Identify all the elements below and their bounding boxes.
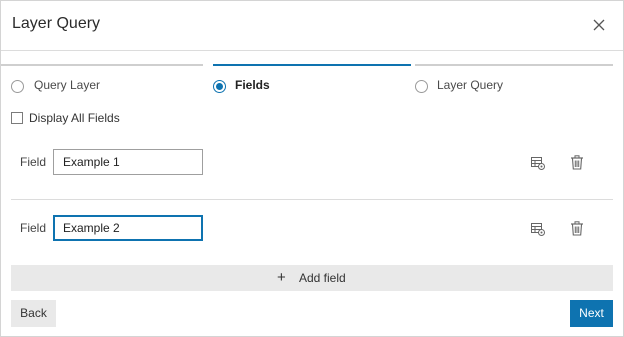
table-settings-icon[interactable] [531, 156, 545, 170]
field-row: Field [11, 209, 613, 261]
add-field-label: Add field [299, 271, 346, 285]
add-field-button[interactable]: + Add field [11, 265, 613, 291]
step-label: Layer Query [437, 78, 504, 92]
step-bar [1, 64, 203, 66]
trash-icon[interactable] [570, 155, 584, 170]
field-row: Field [11, 143, 613, 195]
display-all-fields-checkbox[interactable] [11, 112, 23, 124]
back-button[interactable]: Back [11, 300, 56, 327]
step-label: Query Layer [34, 78, 101, 92]
step-query-layer[interactable]: Query Layer [1, 64, 203, 96]
step-bar [415, 64, 613, 66]
field-divider [11, 199, 613, 200]
trash-icon[interactable] [570, 221, 584, 236]
step-layer-query[interactable]: Layer Query [415, 64, 613, 96]
field-label: Field [20, 155, 47, 169]
layer-query-dialog: Layer Query Query Layer Fields Layer Que… [0, 0, 624, 337]
step-bar [213, 64, 411, 66]
display-all-fields-label: Display All Fields [29, 111, 120, 125]
step-radio[interactable] [11, 80, 24, 93]
step-radio[interactable] [213, 80, 226, 93]
step-radio[interactable] [415, 80, 428, 93]
dialog-header: Layer Query [1, 1, 623, 51]
table-settings-icon[interactable] [531, 222, 545, 236]
field-input[interactable] [53, 215, 203, 241]
field-label: Field [20, 221, 47, 235]
next-button[interactable]: Next [570, 300, 613, 327]
plus-icon: + [277, 269, 286, 286]
wizard-steps: Query Layer Fields Layer Query [1, 64, 623, 96]
step-fields[interactable]: Fields [213, 64, 411, 96]
field-input[interactable] [53, 149, 203, 175]
step-label: Fields [235, 78, 270, 92]
close-icon[interactable] [589, 15, 609, 35]
dialog-title: Layer Query [12, 15, 101, 32]
